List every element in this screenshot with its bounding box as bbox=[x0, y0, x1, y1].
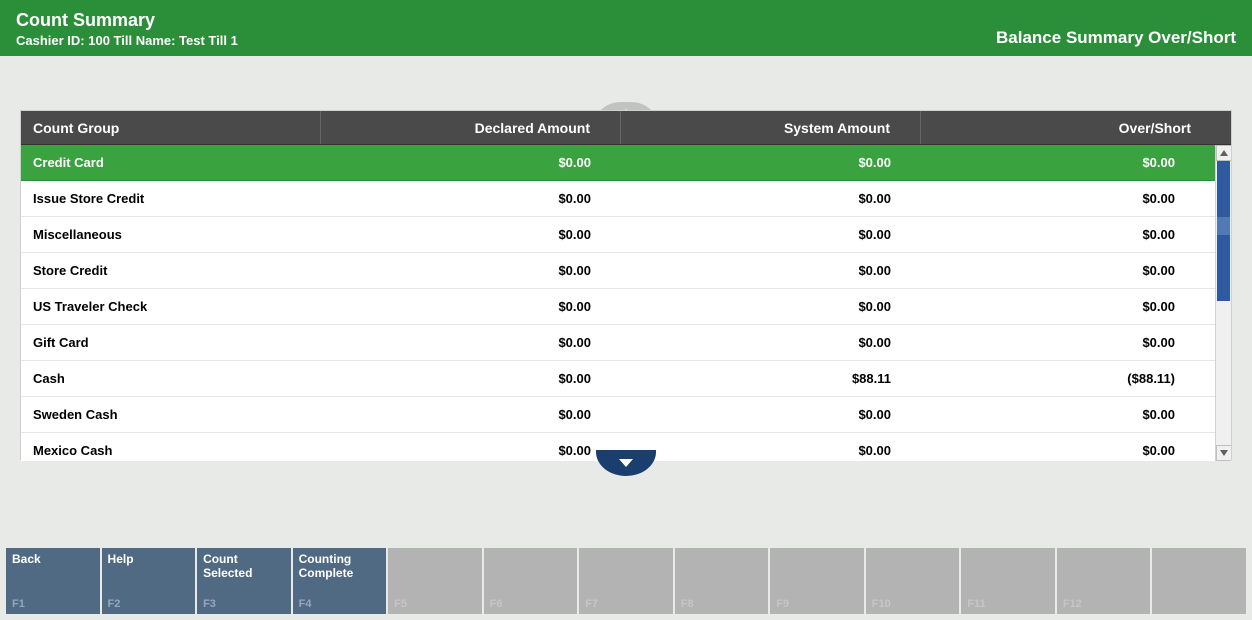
fkey-number: F4 bbox=[299, 598, 312, 610]
table-row[interactable]: Sweden Cash$0.00$0.00$0.00 bbox=[21, 397, 1215, 433]
fkey-button[interactable]: Counting Complete F4 bbox=[293, 548, 387, 614]
fkey-number: F7 bbox=[585, 598, 598, 610]
count-table: Count Group Declared Amount System Amoun… bbox=[20, 110, 1232, 460]
cell-declared: $0.00 bbox=[321, 325, 621, 360]
cell-declared: $0.00 bbox=[321, 253, 621, 288]
fkey-number: F9 bbox=[776, 598, 789, 610]
cell-system: $0.00 bbox=[621, 289, 921, 324]
cell-overshort: $0.00 bbox=[921, 289, 1215, 324]
fkey-number: F12 bbox=[1063, 598, 1082, 610]
cell-declared: $0.00 bbox=[321, 361, 621, 396]
content-area: Count Group Declared Amount System Amoun… bbox=[20, 110, 1232, 480]
triangle-down-icon bbox=[1220, 450, 1228, 456]
scrollbar[interactable] bbox=[1215, 145, 1231, 461]
table-body-wrap: Credit Card$0.00$0.00$0.00Issue Store Cr… bbox=[21, 145, 1231, 461]
fkey-disabled: F6 bbox=[484, 548, 578, 614]
fkey-number: F5 bbox=[394, 598, 407, 610]
fkey-button[interactable]: Back F1 bbox=[6, 548, 100, 614]
fkey-number: F3 bbox=[203, 598, 216, 610]
cell-system: $0.00 bbox=[621, 145, 921, 180]
scrollbar-up-button[interactable] bbox=[1216, 145, 1231, 161]
cell-group: Issue Store Credit bbox=[21, 181, 321, 216]
fkey-disabled: F5 bbox=[388, 548, 482, 614]
cell-group: Credit Card bbox=[21, 145, 321, 180]
col-header-system: System Amount bbox=[621, 111, 921, 144]
table-row[interactable]: Issue Store Credit$0.00$0.00$0.00 bbox=[21, 181, 1215, 217]
cell-declared: $0.00 bbox=[321, 289, 621, 324]
table-header: Count Group Declared Amount System Amoun… bbox=[21, 111, 1231, 145]
table-row[interactable]: Gift Card$0.00$0.00$0.00 bbox=[21, 325, 1215, 361]
col-header-declared: Declared Amount bbox=[321, 111, 621, 144]
col-header-group: Count Group bbox=[21, 111, 321, 144]
cell-group: Cash bbox=[21, 361, 321, 396]
fkey-disabled: F8 bbox=[675, 548, 769, 614]
fkey-number: F2 bbox=[108, 598, 121, 610]
fkey-button[interactable]: Count Selected F3 bbox=[197, 548, 291, 614]
table-row[interactable]: Credit Card$0.00$0.00$0.00 bbox=[21, 145, 1215, 181]
fkey-label: Counting Complete bbox=[299, 552, 381, 581]
function-key-bar: Back F1 Help F2 Count Selected F3 Counting Com… bbox=[0, 548, 1252, 614]
cell-overshort: $0.00 bbox=[921, 145, 1215, 180]
fkey-disabled: F7 bbox=[579, 548, 673, 614]
fkey-disabled: F12 bbox=[1057, 548, 1151, 614]
cell-declared: $0.00 bbox=[321, 397, 621, 432]
col-header-overshort: Over/Short bbox=[921, 111, 1231, 144]
scrollbar-down-button[interactable] bbox=[1216, 445, 1231, 461]
chevron-down-icon bbox=[619, 459, 633, 467]
fkey-disabled: F11 bbox=[961, 548, 1055, 614]
cell-system: $0.00 bbox=[621, 253, 921, 288]
cell-declared: $0.00 bbox=[321, 217, 621, 252]
table-row[interactable]: Cash$0.00$88.11($88.11) bbox=[21, 361, 1215, 397]
triangle-up-icon bbox=[1220, 150, 1228, 156]
fkey-label: Back bbox=[12, 552, 94, 566]
fkey-label: Help bbox=[108, 552, 190, 566]
cell-declared: $0.00 bbox=[321, 145, 621, 180]
cell-overshort: $0.00 bbox=[921, 253, 1215, 288]
cell-overshort: $0.00 bbox=[921, 325, 1215, 360]
cell-group: Store Credit bbox=[21, 253, 321, 288]
table-body: Credit Card$0.00$0.00$0.00Issue Store Cr… bbox=[21, 145, 1215, 461]
fkey-number: F6 bbox=[490, 598, 503, 610]
table-row[interactable]: US Traveler Check$0.00$0.00$0.00 bbox=[21, 289, 1215, 325]
cell-system: $0.00 bbox=[621, 433, 921, 461]
fkey-number: F1 bbox=[12, 598, 25, 610]
cell-group: US Traveler Check bbox=[21, 289, 321, 324]
fkey-disabled: F10 bbox=[866, 548, 960, 614]
cell-system: $0.00 bbox=[621, 181, 921, 216]
cell-overshort: $0.00 bbox=[921, 433, 1215, 461]
fkey-number: F10 bbox=[872, 598, 891, 610]
fkey-button[interactable]: Help F2 bbox=[102, 548, 196, 614]
cell-group: Gift Card bbox=[21, 325, 321, 360]
cell-group: Sweden Cash bbox=[21, 397, 321, 432]
fkey-disabled: F9 bbox=[770, 548, 864, 614]
table-row[interactable]: Miscellaneous$0.00$0.00$0.00 bbox=[21, 217, 1215, 253]
scrollbar-grip bbox=[1217, 217, 1230, 235]
fkey-disabled bbox=[1152, 548, 1246, 614]
cell-overshort: $0.00 bbox=[921, 397, 1215, 432]
fkey-number: F11 bbox=[967, 598, 985, 610]
cell-system: $0.00 bbox=[621, 397, 921, 432]
cell-group: Mexico Cash bbox=[21, 433, 321, 461]
header-bar: Count Summary Cashier ID: 100 Till Name:… bbox=[0, 0, 1252, 56]
cell-group: Miscellaneous bbox=[21, 217, 321, 252]
cell-system: $0.00 bbox=[621, 325, 921, 360]
cell-overshort: $0.00 bbox=[921, 217, 1215, 252]
cell-overshort: ($88.11) bbox=[921, 361, 1215, 396]
header-right-label: Balance Summary Over/Short bbox=[996, 28, 1236, 48]
cell-overshort: $0.00 bbox=[921, 181, 1215, 216]
scroll-down-tab[interactable] bbox=[596, 450, 656, 476]
fkey-label: Count Selected bbox=[203, 552, 285, 581]
cell-system: $0.00 bbox=[621, 217, 921, 252]
cell-declared: $0.00 bbox=[321, 181, 621, 216]
cell-system: $88.11 bbox=[621, 361, 921, 396]
cell-declared: $0.00 bbox=[321, 433, 621, 461]
table-row[interactable]: Store Credit$0.00$0.00$0.00 bbox=[21, 253, 1215, 289]
fkey-number: F8 bbox=[681, 598, 694, 610]
